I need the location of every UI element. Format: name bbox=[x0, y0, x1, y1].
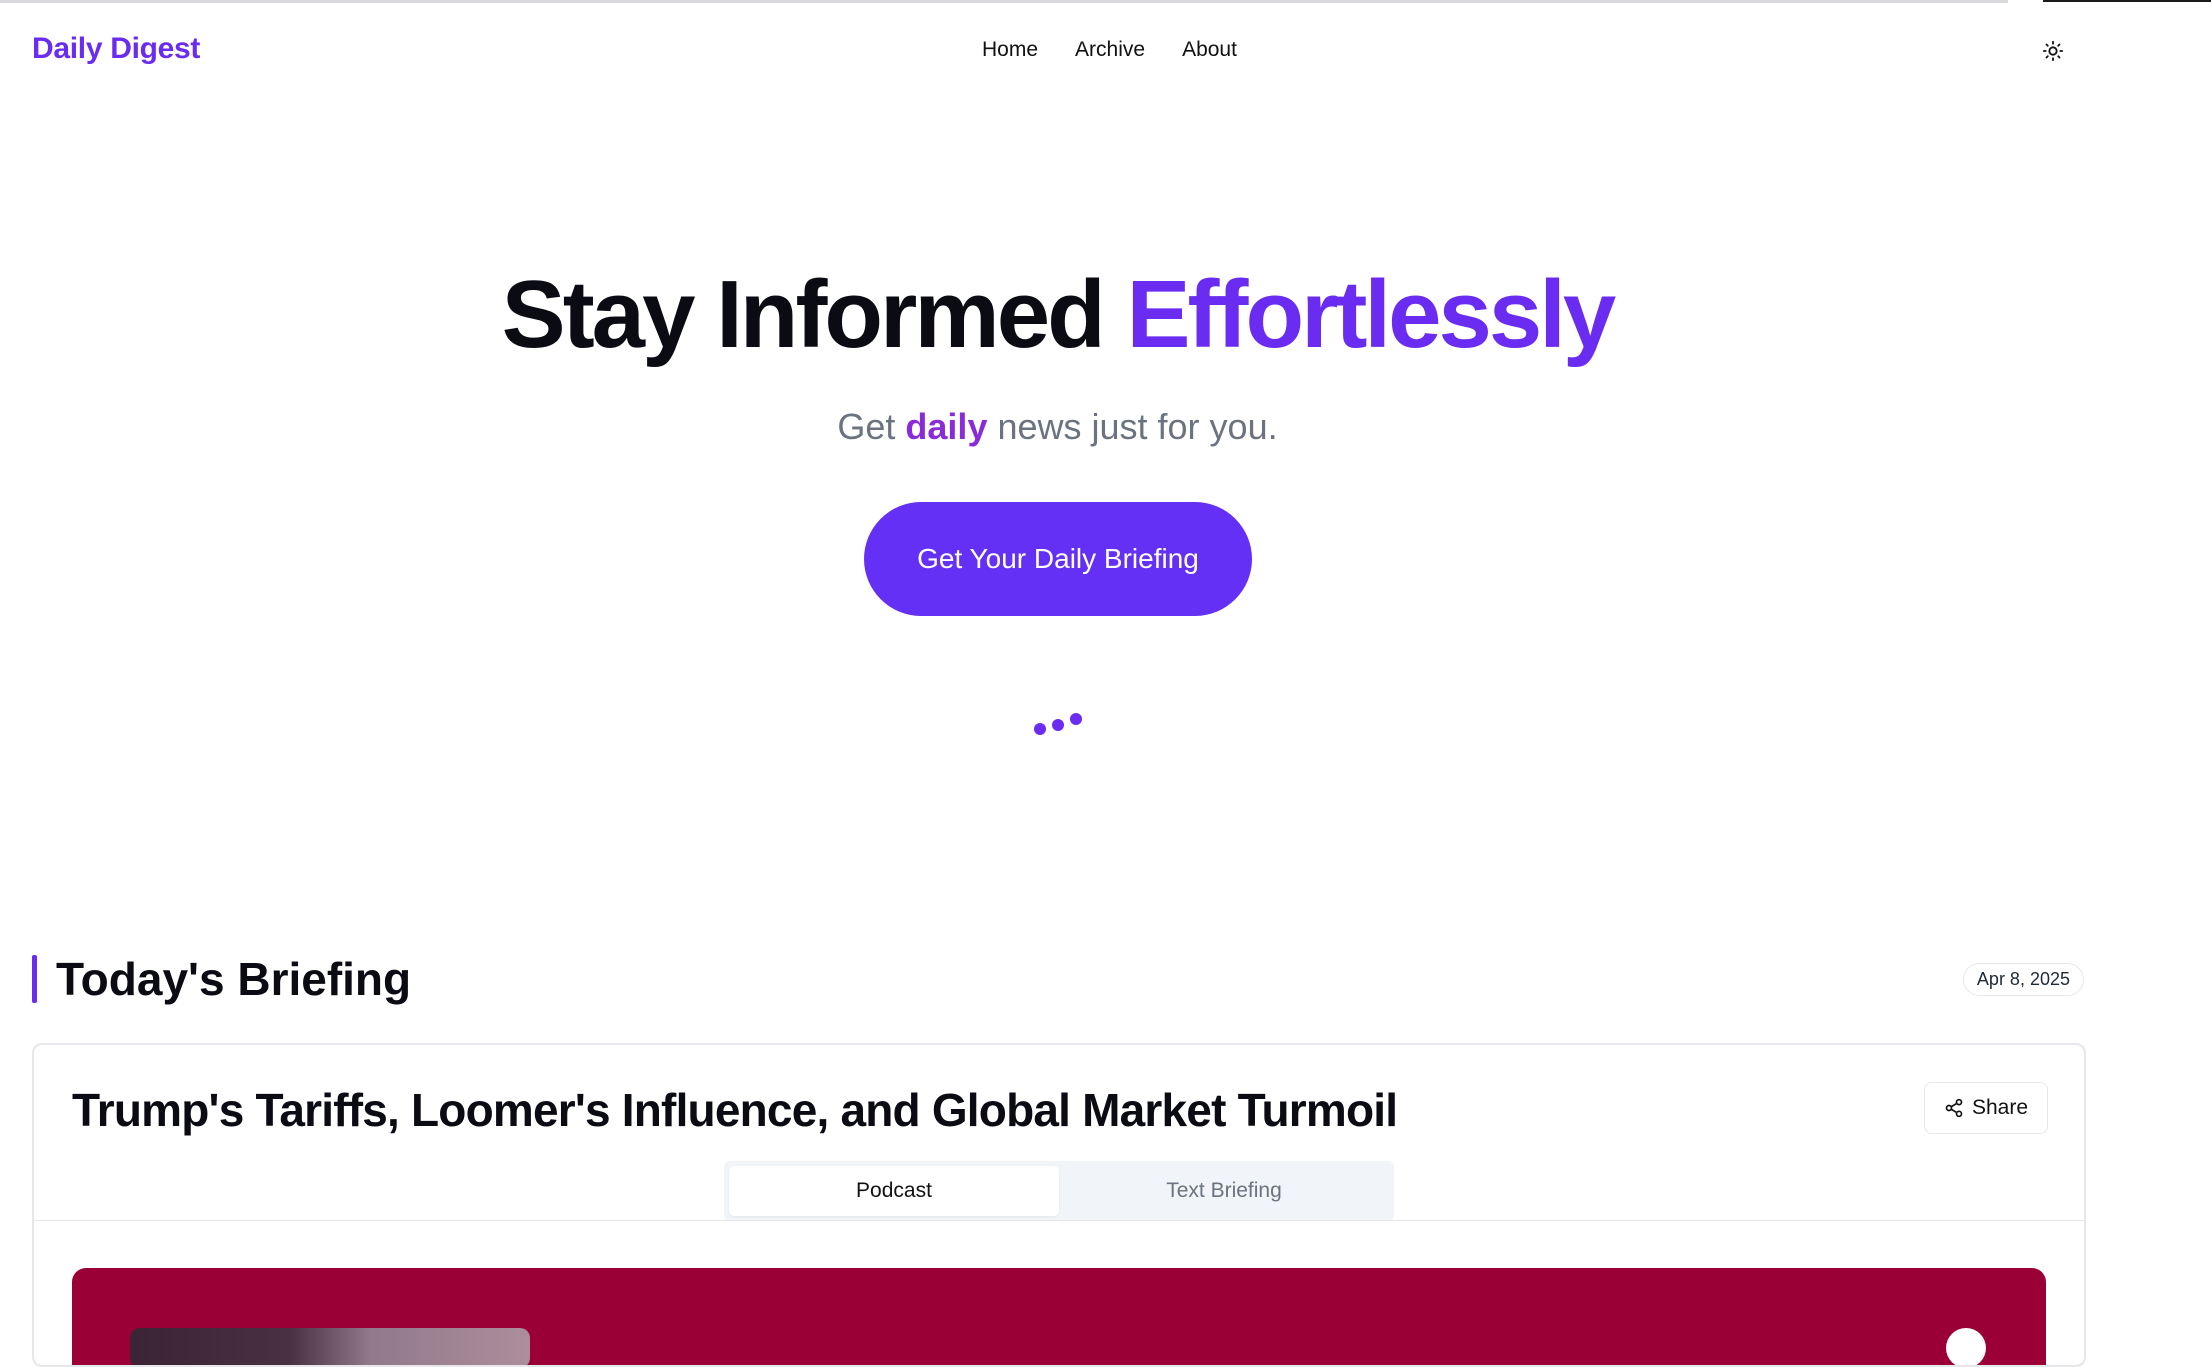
site-logo[interactable]: Daily Digest bbox=[32, 32, 200, 66]
sun-icon bbox=[2042, 40, 2064, 62]
theme-toggle-button[interactable] bbox=[2038, 36, 2068, 66]
tab-podcast[interactable]: Podcast bbox=[729, 1166, 1059, 1216]
tab-text-briefing[interactable]: Text Briefing bbox=[1059, 1166, 1389, 1216]
date-badge: Apr 8, 2025 bbox=[1962, 963, 2084, 996]
hero-title-main: Stay Informed bbox=[501, 261, 1127, 368]
share-icon bbox=[1945, 1098, 1963, 1118]
nav-archive-link[interactable]: Archive bbox=[1075, 38, 1145, 62]
section-title: Today's Briefing bbox=[56, 953, 412, 1005]
hero-title-accent: Effortlessly bbox=[1126, 261, 1616, 368]
hero-subtitle: Get daily news just for you. bbox=[0, 406, 2115, 448]
get-briefing-button[interactable]: Get Your Daily Briefing bbox=[864, 502, 1252, 616]
loading-dot bbox=[1052, 719, 1064, 731]
todays-briefing-header: Today's Briefing Apr 8, 2025 bbox=[32, 952, 2084, 1005]
podcast-player bbox=[72, 1268, 2046, 1365]
site-header: Daily Digest Home Archive About bbox=[0, 0, 2211, 104]
loading-dot bbox=[1034, 723, 1046, 735]
loading-dot bbox=[1070, 713, 1082, 725]
loading-indicator bbox=[1034, 711, 1084, 737]
podcast-thumbnail bbox=[130, 1328, 530, 1365]
hero-subtitle-pre: Get bbox=[837, 406, 906, 447]
share-label: Share bbox=[1971, 1096, 2029, 1119]
hero-title: Stay Informed Effortlessly bbox=[0, 250, 2115, 380]
card-divider bbox=[34, 1220, 2084, 1221]
main-nav: Home Archive About bbox=[982, 38, 1237, 62]
briefing-tabs: Podcast Text Briefing bbox=[724, 1161, 1394, 1221]
hero-subtitle-accent: daily bbox=[905, 406, 988, 447]
hero-section: Stay Informed Effortlessly Get daily new… bbox=[0, 250, 2115, 448]
briefing-title: Trump's Tariffs, Loomer's Influence, and… bbox=[72, 1084, 1398, 1136]
briefing-card: Trump's Tariffs, Loomer's Influence, and… bbox=[32, 1043, 2086, 1367]
section-accent-bar bbox=[32, 955, 37, 1003]
play-button[interactable] bbox=[1946, 1328, 1986, 1365]
share-button[interactable]: Share bbox=[1924, 1082, 2048, 1134]
nav-home-link[interactable]: Home bbox=[982, 38, 1038, 62]
nav-about-link[interactable]: About bbox=[1182, 38, 1237, 62]
hero-subtitle-post: news just for you. bbox=[987, 406, 1278, 447]
